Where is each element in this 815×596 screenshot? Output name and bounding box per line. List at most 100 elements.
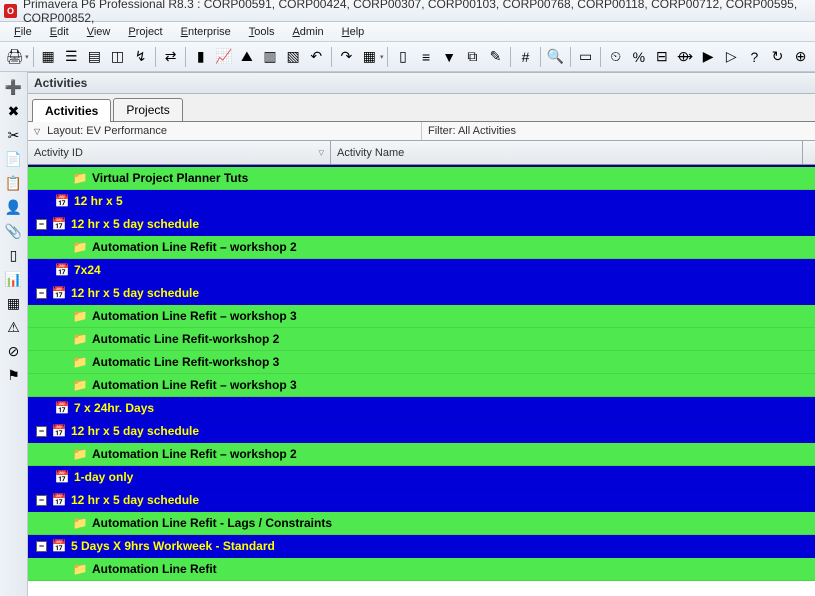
- tree-row[interactable]: −📅12 hr x 5 day schedule: [28, 213, 815, 236]
- row-label: 5 Days X 9hrs Workweek - Standard: [71, 539, 275, 553]
- side-copy-button[interactable]: 📄: [3, 148, 25, 170]
- tree-row[interactable]: 📁Automation Line Refit – workshop 3: [28, 305, 815, 328]
- view-grid-button[interactable]: ▦: [38, 46, 59, 68]
- row-label: Automation Line Refit: [92, 562, 217, 576]
- tree-row[interactable]: −📅12 hr x 5 day schedule: [28, 282, 815, 305]
- baseline-button[interactable]: ⊟: [651, 46, 672, 68]
- view-trace-button[interactable]: ↯: [130, 46, 151, 68]
- menu-edit[interactable]: Edit: [42, 24, 77, 40]
- help-button[interactable]: ?: [744, 46, 765, 68]
- tree-row[interactable]: 📅1-day only: [28, 466, 815, 489]
- hash-button[interactable]: #: [515, 46, 536, 68]
- chart-area-button[interactable]: ⛰: [236, 46, 257, 68]
- side-cut-button[interactable]: ✂: [3, 124, 25, 146]
- folder-icon: 📁: [72, 378, 88, 392]
- menu-tools[interactable]: Tools: [241, 24, 283, 40]
- tree-row[interactable]: −📅 12 hr x 5 day schedule: [28, 489, 815, 512]
- timescale-button[interactable]: ⟴: [674, 46, 695, 68]
- expand-toggle[interactable]: −: [36, 219, 47, 230]
- percent-button[interactable]: %: [628, 46, 649, 68]
- menubar: FileEditViewProjectEnterpriseToolsAdminH…: [0, 22, 815, 42]
- find-button[interactable]: 🔍: [545, 46, 566, 68]
- side-assign-button[interactable]: 📎: [3, 220, 25, 242]
- chart-stack-button[interactable]: ▥: [259, 46, 280, 68]
- schedule-button[interactable]: ⏲: [605, 46, 626, 68]
- filter-display[interactable]: Filter: All Activities: [422, 122, 815, 140]
- tree-row[interactable]: 📁 Automation Line Refit - Lags / Constrai…: [28, 512, 815, 535]
- group-button[interactable]: ⧉: [462, 46, 483, 68]
- report-button[interactable]: ▭: [575, 46, 596, 68]
- menu-enterprise[interactable]: Enterprise: [173, 24, 239, 40]
- side-column-button[interactable]: ▯: [3, 244, 25, 266]
- plus-button[interactable]: ⊕: [790, 46, 811, 68]
- chart-line-button[interactable]: 📈: [213, 46, 234, 68]
- chart-bar-button[interactable]: ▮: [190, 46, 211, 68]
- side-paste-button[interactable]: 📋: [3, 172, 25, 194]
- redo-button[interactable]: ↷: [336, 46, 357, 68]
- layout-selector[interactable]: ▽ Layout: EV Performance: [28, 122, 422, 140]
- tree-row[interactable]: −📅 5 Days X 9hrs Workweek - Standard: [28, 535, 815, 558]
- row-label: 12 hr x 5 day schedule: [71, 424, 199, 438]
- tab-projects[interactable]: Projects: [113, 98, 182, 121]
- side-error-button[interactable]: ⚠: [3, 316, 25, 338]
- view-network-button[interactable]: ◫: [107, 46, 128, 68]
- side-flag-button[interactable]: ⚑: [3, 364, 25, 386]
- tree-row[interactable]: 📁Automation Line Refit – workshop 2: [28, 236, 815, 259]
- wizard-button[interactable]: ✎: [485, 46, 506, 68]
- columns-button[interactable]: ▯: [392, 46, 413, 68]
- tree-row[interactable]: 📁Virtual Project Planner Tuts: [28, 167, 815, 190]
- tree-row[interactable]: 📁Automation Line Refit: [28, 558, 815, 581]
- side-chart-button[interactable]: 📊: [3, 268, 25, 290]
- row-label: Automation Line Refit - Lags / Constrain…: [92, 516, 332, 530]
- view-gantt-button[interactable]: ▤: [84, 46, 105, 68]
- progress-button[interactable]: ▶: [698, 46, 719, 68]
- side-circle-button[interactable]: ⊘: [3, 340, 25, 362]
- column-activity-name[interactable]: Activity Name: [331, 141, 803, 164]
- expand-toggle[interactable]: −: [36, 495, 47, 506]
- expand-toggle[interactable]: −: [36, 541, 47, 552]
- tree-row[interactable]: −📅12 hr x 5 day schedule: [28, 420, 815, 443]
- calendar-icon: 📅: [51, 539, 67, 553]
- calendar-icon: 📅: [51, 493, 67, 507]
- column-activity-id[interactable]: Activity ID ▽: [28, 141, 331, 164]
- view-leveling-button[interactable]: ⇄: [160, 46, 181, 68]
- folder-icon: 📁: [72, 516, 88, 530]
- tree-row[interactable]: 📅7x24: [28, 259, 815, 282]
- menu-help[interactable]: Help: [334, 24, 373, 40]
- activity-tree[interactable]: 📁Virtual Project Planner Tuts📅12 hr x 5 −…: [28, 165, 815, 596]
- tree-row[interactable]: 📅7 x 24hr. Days: [28, 397, 815, 420]
- tree-row[interactable]: 📁Automatic Line Refit-workshop 2: [28, 328, 815, 351]
- menu-file[interactable]: File: [6, 24, 40, 40]
- filter-button[interactable]: ▼: [439, 46, 460, 68]
- rows-button[interactable]: ≡: [416, 46, 437, 68]
- side-resources-button[interactable]: 👤: [3, 196, 25, 218]
- tree-row[interactable]: 📁Automation Line Refit – workshop 2: [28, 443, 815, 466]
- tree-row[interactable]: 📁Automatic Line Refit-workshop 3: [28, 351, 815, 374]
- side-add-button[interactable]: ➕: [3, 76, 25, 98]
- row-label: Automation Line Refit – workshop 3: [92, 378, 297, 392]
- progress2-button[interactable]: ▷: [721, 46, 742, 68]
- side-wbs-button[interactable]: ▦: [3, 292, 25, 314]
- tab-activities[interactable]: Activities: [32, 99, 111, 122]
- view-list-button[interactable]: ☰: [61, 46, 82, 68]
- refresh-button[interactable]: ↻: [767, 46, 788, 68]
- menu-admin[interactable]: Admin: [284, 24, 331, 40]
- side-delete-button[interactable]: ✖: [3, 100, 25, 122]
- table-button[interactable]: ▦: [359, 46, 380, 68]
- row-label: 7 x 24hr. Days: [74, 401, 154, 415]
- chart-stack2-button[interactable]: ▧: [283, 46, 304, 68]
- tree-row[interactable]: 📅12 hr x 5: [28, 190, 815, 213]
- menu-view[interactable]: View: [79, 24, 119, 40]
- row-label: 12 hr x 5 day schedule: [71, 493, 199, 507]
- undo-button[interactable]: ↶: [306, 46, 327, 68]
- menu-project[interactable]: Project: [120, 24, 170, 40]
- print-button[interactable]: 🖨: [4, 46, 25, 68]
- folder-icon: 📁: [72, 171, 88, 185]
- dropdown-chevron-icon[interactable]: ▾: [380, 53, 384, 61]
- tree-row[interactable]: 📁 Automation Line Refit – workshop 3: [28, 374, 815, 397]
- row-label: 1-day only: [74, 470, 133, 484]
- dropdown-chevron-icon[interactable]: ▾: [25, 53, 29, 61]
- row-label: Automatic Line Refit-workshop 2: [92, 332, 279, 346]
- expand-toggle[interactable]: −: [36, 426, 47, 437]
- expand-toggle[interactable]: −: [36, 288, 47, 299]
